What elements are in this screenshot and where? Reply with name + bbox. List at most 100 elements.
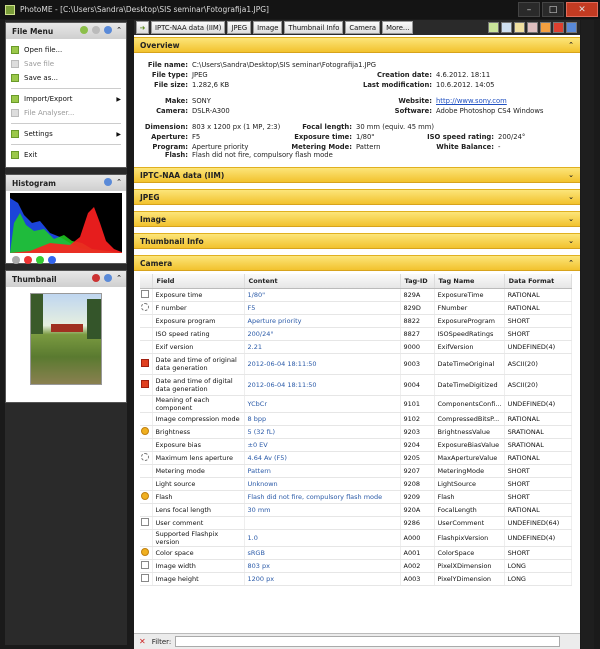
row-content: 1/80": [244, 288, 401, 302]
close-button[interactable]: ✕: [566, 2, 598, 17]
help-icon[interactable]: [104, 26, 113, 34]
aperture-icon: [141, 452, 149, 461]
table-row[interactable]: Exif version 2.21 9000 ExifVersion UNDEFINED…: [140, 340, 573, 354]
menu-label: Save as...: [24, 74, 59, 82]
table-row[interactable]: Date and time of digital data generation…: [140, 374, 573, 396]
menu-settings[interactable]: Settings ▶: [6, 127, 126, 141]
overview-panel: File name: C:\Users\Sandra\Desktop\SIS s…: [134, 53, 580, 151]
exit-icon: [11, 151, 19, 159]
expand-all-icon[interactable]: [501, 22, 512, 33]
tab-image[interactable]: Image: [253, 21, 283, 34]
refresh-icon[interactable]: [80, 26, 89, 34]
table-row[interactable]: Supported Flashpix version 1.0 A000 Flashpi…: [140, 529, 573, 547]
table-row[interactable]: Light source Unknown 9208 LightSource SHORT: [140, 477, 573, 491]
website-link[interactable]: http://www.sony.com: [436, 97, 507, 105]
print-icon[interactable]: [527, 22, 538, 33]
maximize-button[interactable]: □: [542, 2, 564, 17]
row-content: 8 bpp: [244, 412, 401, 426]
row-icon-cell: [140, 340, 153, 354]
column-header-field[interactable]: Field: [152, 274, 245, 289]
label: Camera:: [156, 107, 188, 115]
table-row[interactable]: Exposure program Aperture priority 8822 Exp…: [140, 314, 573, 328]
minimize-button[interactable]: –: [518, 2, 540, 17]
tab-camera[interactable]: Camera: [345, 21, 381, 34]
row-icon-cell: [140, 412, 153, 426]
table-row[interactable]: Brightness 5 (32 fL) 9203 BrightnessValue SR…: [140, 425, 573, 439]
filter-label: Filter:: [151, 637, 172, 646]
row-data-format: SRATIONAL: [504, 438, 573, 452]
browser-icon[interactable]: [540, 22, 551, 33]
iptc-section-header[interactable]: IPTC-NAA data (IIM) ⌄: [134, 167, 580, 183]
blue-dot-icon[interactable]: [48, 256, 56, 264]
table-row[interactable]: Image height 1200 px A003 PixelYDimension LO…: [140, 572, 573, 586]
image-section-header[interactable]: Image ⌄: [134, 211, 580, 227]
menu-save-as[interactable]: Save as...: [6, 71, 126, 85]
help-icon[interactable]: [104, 274, 113, 282]
table-row[interactable]: User comment 9286 UserComment UNDEFINED(64): [140, 516, 573, 530]
table-row[interactable]: Image compression mode 8 bpp 9102 Compresse…: [140, 412, 573, 426]
row-content: 30 mm: [244, 503, 401, 517]
thumbnail-info-section-header[interactable]: Thumbnail Info ⌄: [134, 233, 580, 249]
menu-save-file[interactable]: Save file: [6, 57, 126, 71]
aperture-value: F5: [192, 133, 201, 141]
table-row[interactable]: Meaning of each component YCbCr 9101 Compon…: [140, 395, 573, 413]
collapse-icon[interactable]: ⌃: [116, 26, 122, 34]
search-icon[interactable]: [92, 26, 101, 34]
menu-label: File Analyser...: [24, 109, 75, 117]
row-data-format: UNDEFINED(4): [504, 340, 573, 354]
table-row[interactable]: F number F5 829D FNumber RATIONAL: [140, 301, 573, 315]
vertical-scrollbar[interactable]: [581, 20, 594, 649]
tab-thumbnail-info[interactable]: Thumbnail Info: [284, 21, 344, 34]
red-dot-icon[interactable]: [24, 256, 32, 264]
rotate-icon[interactable]: [92, 274, 101, 282]
label: ISO speed rating:: [427, 133, 494, 141]
website-link-text[interactable]: http://www.sony.com: [436, 97, 507, 105]
menu-open-file[interactable]: Open file...: [6, 43, 126, 57]
column-header-data-format[interactable]: Data Format: [504, 274, 573, 289]
table-row[interactable]: Exposure bias ±0 EV 9204 ExposureBiasValue S…: [140, 438, 573, 452]
collapse-all-icon[interactable]: [488, 22, 499, 33]
row-icon-cell: [140, 559, 153, 573]
table-row[interactable]: ISO speed rating 200/24° 8827 ISOSpeedRatin…: [140, 327, 573, 341]
row-data-format: UNDEFINED(64): [504, 516, 573, 530]
table-row[interactable]: Maximum lens aperture 4.64 Av (F5) 9205 Max…: [140, 451, 573, 465]
tab-jpeg[interactable]: JPEG: [227, 21, 252, 34]
table-row[interactable]: Exposure time 1/80" 829A ExposureTime RATION…: [140, 288, 573, 302]
column-header-tag-name[interactable]: Tag Name: [434, 274, 505, 289]
menu-file-analyser[interactable]: File Analyser...: [6, 106, 126, 120]
overview-header[interactable]: Overview ⌃: [134, 37, 580, 53]
overview-tab-icon[interactable]: ➜: [136, 21, 149, 34]
file-name-value: C:\Users\Sandra\Desktop\SIS seminar\Foto…: [192, 61, 377, 69]
luminance-dot-icon[interactable]: [12, 256, 20, 264]
table-row[interactable]: Lens focal length 30 mm 920A FocalLength RAT…: [140, 503, 573, 517]
table-row[interactable]: Image width 803 px A002 PixelXDimension LONG: [140, 559, 573, 573]
help-icon[interactable]: [104, 178, 113, 186]
menu-exit[interactable]: Exit: [6, 148, 126, 162]
jpeg-section-header[interactable]: JPEG ⌄: [134, 189, 580, 205]
row-tag-name: ComponentsConfi...: [434, 395, 505, 413]
green-dot-icon[interactable]: [36, 256, 44, 264]
collapse-icon[interactable]: ⌃: [116, 274, 122, 282]
collapse-icon[interactable]: ⌃: [116, 178, 122, 186]
filter-input[interactable]: [175, 636, 561, 647]
table-row[interactable]: Date and time of original data generatio…: [140, 353, 573, 375]
camera-section-header[interactable]: Camera ⌃: [134, 255, 580, 271]
row-tag-name: MeteringMode: [434, 464, 505, 478]
table-row[interactable]: File sourceDigital CameraA300FileSourceU…: [140, 585, 573, 586]
column-header-content[interactable]: Content: [244, 274, 401, 289]
label: Creation date:: [376, 71, 432, 79]
table-row[interactable]: Color space sRGB A001 ColorSpace SHORT: [140, 546, 573, 560]
clear-filter-icon[interactable]: ✕: [139, 637, 146, 646]
tab-iptc[interactable]: IPTC-NAA data (IIM): [151, 21, 226, 34]
menu-import-export[interactable]: Import/Export ▶: [6, 92, 126, 106]
table-row[interactable]: Flash Flash did not fire, compulsory flas…: [140, 490, 573, 504]
help-icon[interactable]: [566, 22, 577, 33]
export-icon[interactable]: [514, 22, 525, 33]
table-row[interactable]: Metering mode Pattern 9207 MeteringMode SHOR…: [140, 464, 573, 478]
label: File type:: [151, 71, 188, 79]
chrome-icon[interactable]: [553, 22, 564, 33]
row-icon-cell: [140, 451, 153, 465]
column-header-tag-id[interactable]: Tag-ID: [400, 274, 435, 289]
row-tag-id: A000: [400, 529, 435, 547]
tab-more[interactable]: More...: [382, 21, 414, 34]
